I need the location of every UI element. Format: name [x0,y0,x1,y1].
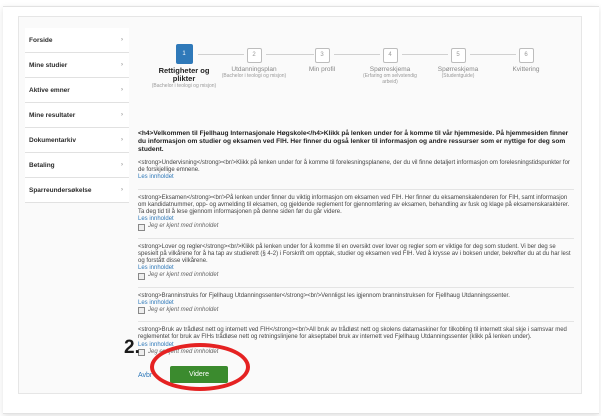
divider [138,237,574,239]
step-number: 2 [246,48,262,63]
sidebar-item-label: Betaling [29,161,55,169]
sidebar-item-label: Aktive emner [29,86,70,94]
step-label: Rettigheter og plikter [158,66,210,83]
step-number: 6 [518,48,534,63]
step-number: 1 [175,44,193,64]
acknowledge-row: Jeg er kjent med innholdet [138,307,574,315]
step-label: Spørreskjema [369,66,411,73]
step-utdanningsplan[interactable]: 2 Utdanningsplan (Bachelor i teologi og … [220,44,288,79]
section-text: <strong>Branninstruks for Fjellhaug Utda… [138,292,510,299]
highlight-circle [150,343,250,391]
divider [138,188,574,190]
chevron-right-icon: › [121,87,123,93]
terms-content: <h4>Velkommen til Fjellhaug Internasjona… [138,130,574,363]
step-min-profil[interactable]: 3 Min profil [288,44,356,73]
acknowledge-checkbox[interactable] [138,272,145,280]
section-text: <strong>Bruk av trådløst nett og interne… [138,327,567,341]
sidebar-item-aktive-emner[interactable]: Aktive emner › [25,78,129,103]
step-sublabel: (Bachelor i teologi og misjon) [221,73,287,79]
acknowledge-label: Jeg er kjent med innholdet [148,307,219,314]
chevron-right-icon: › [121,137,123,143]
sidebar: Forside › Mine studier › Aktive emner › Min… [25,28,129,203]
step-sublabel: (Studentguide) [441,73,475,79]
step-rettigheter[interactable]: 1 Rettigheter og plikter (Bachelor i teo… [150,44,218,89]
sidebar-item-label: Sparreundersøkelse [29,186,92,194]
sidebar-item-betaling[interactable]: Betaling › [25,153,129,178]
section-branninstruks: <strong>Branninstruks for Fjellhaug Utda… [138,293,574,315]
sidebar-item-mine-resultater[interactable]: Mine resultater › [25,103,129,128]
section-eksamen: <strong>Eksamen</strong><br/>På lenken u… [138,195,574,231]
sidebar-item-label: Forside [29,36,53,44]
step-sublabel: (Erfaring om selvstendig arbeid) [363,73,417,85]
chevron-right-icon: › [121,62,123,68]
step-sporreskjema-1[interactable]: 4 Spørreskjema (Erfaring om selvstendig … [356,44,424,85]
section-undervisning: <strong>Undervisning</strong><br/>Klikk … [138,160,574,182]
section-text: <strong>Eksamen</strong><br/>På lenken u… [138,194,570,216]
read-content-link[interactable]: Les innholdet [138,174,574,181]
divider [138,321,574,323]
acknowledge-row: Jeg er kjent med innholdet [138,223,574,231]
step-annotation: 2. [124,337,140,358]
step-label: Min profil [308,66,336,73]
sidebar-item-dokumentarkiv[interactable]: Dokumentarkiv › [25,128,129,153]
section-lover-og-regler: <strong>Lover og regler</strong><br/>Kli… [138,244,574,280]
section-text: <strong>Lover og regler</strong><br/>Kli… [138,243,571,265]
step-kvittering[interactable]: 6 Kvittering [492,44,560,73]
sidebar-item-mine-studier[interactable]: Mine studier › [25,53,129,78]
step-sporreskjema-2[interactable]: 5 Spørreskjema (Studentguide) [424,44,492,79]
sidebar-item-label: Dokumentarkiv [29,136,76,144]
sidebar-item-label: Mine resultater [29,111,76,119]
section-text: <strong>Undervisning</strong><br/>Klikk … [138,160,570,174]
chevron-right-icon: › [121,112,123,118]
divider [138,286,574,288]
acknowledge-checkbox[interactable] [138,307,145,315]
step-label: Utdanningsplan [231,66,277,73]
acknowledge-label: Jeg er kjent med innholdet [148,223,219,230]
chevron-right-icon: › [121,187,123,193]
acknowledge-row: Jeg er kjent med innholdet [138,272,574,280]
cancel-link[interactable]: Avbr [138,372,152,379]
acknowledge-label: Jeg er kjent med innholdet [148,272,219,279]
step-label: Spørreskjema [437,66,479,73]
step-number: 3 [314,48,330,63]
progress-stepper: 1 Rettigheter og plikter (Bachelor i teo… [150,44,570,114]
welcome-intro: <h4>Velkommen til Fjellhaug Internasjona… [138,130,569,153]
read-content-link[interactable]: Les innholdet [138,265,574,272]
sidebar-item-label: Mine studier [29,61,68,69]
chevron-right-icon: › [121,162,123,168]
chevron-right-icon: › [121,37,123,43]
step-number: 4 [382,48,398,63]
read-content-link[interactable]: Les innholdet [138,300,574,307]
step-number: 5 [450,48,466,63]
sidebar-item-forside[interactable]: Forside › [25,28,129,53]
read-content-link[interactable]: Les innholdet [138,216,574,223]
step-label: Kvittering [512,66,540,73]
step-sublabel: (Bachelor i teologi og misjon) [151,83,217,89]
acknowledge-checkbox[interactable] [138,223,145,231]
sidebar-item-sparreundersokelse[interactable]: Sparreundersøkelse › [25,178,129,203]
